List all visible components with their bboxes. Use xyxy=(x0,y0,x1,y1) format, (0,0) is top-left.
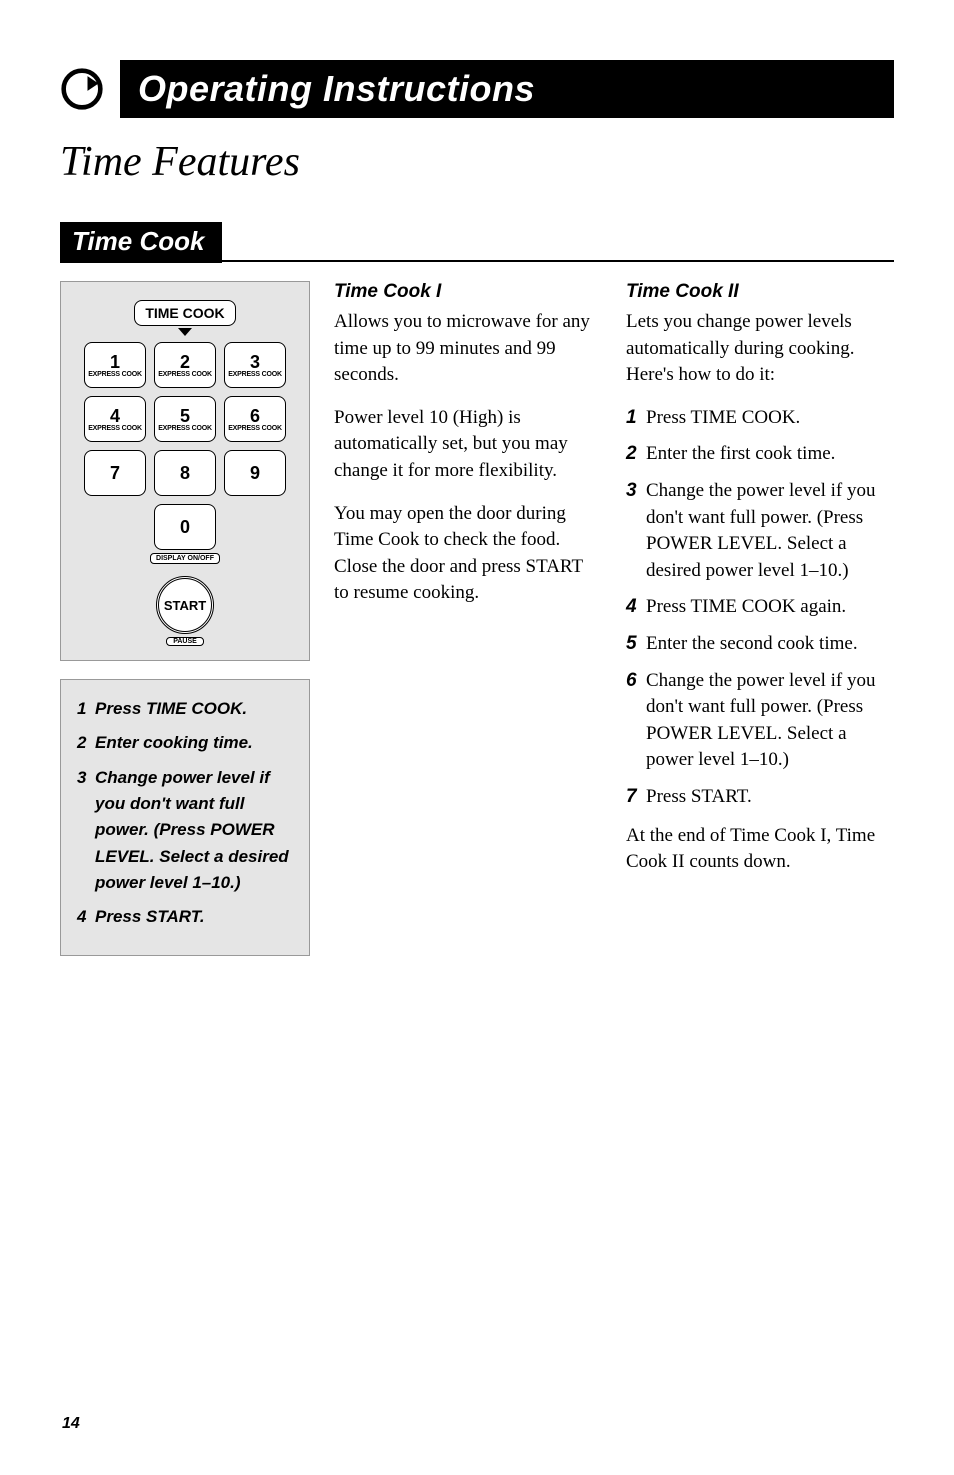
rule-line xyxy=(222,260,894,262)
key-1: 1EXPRESS COOK xyxy=(84,342,146,388)
key-sub: EXPRESS COOK xyxy=(88,425,142,432)
key-2: 2EXPRESS COOK xyxy=(154,342,216,388)
key-0: 0 xyxy=(154,504,216,550)
list-item: 5Enter the second cook time. xyxy=(626,631,894,658)
quick-step: 1Press TIME COOK. xyxy=(77,696,293,722)
key-num: 5 xyxy=(180,407,190,425)
step-text: Press TIME COOK. xyxy=(95,696,247,722)
step-num: 2 xyxy=(626,441,646,468)
step-num: 6 xyxy=(626,668,646,774)
step-text: Enter cooking time. xyxy=(95,730,253,756)
list-item: 2Enter the first cook time. xyxy=(626,441,894,468)
key-5: 5EXPRESS COOK xyxy=(154,396,216,442)
pointer-down-icon xyxy=(178,328,192,336)
body-paragraph: Power level 10 (High) is automatically s… xyxy=(334,405,602,485)
key-sub: EXPRESS COOK xyxy=(228,425,282,432)
body-paragraph: Allows you to microwave for any time up … xyxy=(334,309,602,389)
key-num: 3 xyxy=(250,353,260,371)
step-num: 7 xyxy=(626,784,646,811)
display-on-off-label: DISPLAY ON/OFF xyxy=(150,553,220,564)
step-num: 4 xyxy=(626,594,646,621)
time-cook-1-heading: Time Cook I xyxy=(334,281,602,303)
content-columns: TIME COOK 1EXPRESS COOK 2EXPRESS COOK 3E… xyxy=(60,281,894,956)
key-3: 3EXPRESS COOK xyxy=(224,342,286,388)
key-sub: EXPRESS COOK xyxy=(158,371,212,378)
step-text: Change the power level if you don't want… xyxy=(646,668,894,774)
body-paragraph: You may open the door during Time Cook t… xyxy=(334,501,602,607)
arrow-circle-icon xyxy=(60,67,104,111)
key-9: 9 xyxy=(224,450,286,496)
step-num: 2 xyxy=(77,730,95,756)
section-title: Time Features xyxy=(60,138,894,186)
time-cook-button: TIME COOK xyxy=(134,300,235,326)
key-num: 6 xyxy=(250,407,260,425)
time-cook-2-heading: Time Cook II xyxy=(626,281,894,303)
sub-bar: Time Cook xyxy=(60,222,222,263)
list-item: 7Press START. xyxy=(626,784,894,811)
main-title-bar: Operating Instructions xyxy=(120,60,894,118)
quick-steps-box: 1Press TIME COOK. 2Enter cooking time. 3… xyxy=(60,679,310,956)
step-text: Change the power level if you don't want… xyxy=(646,478,894,584)
step-num: 4 xyxy=(77,904,95,930)
key-sub: EXPRESS COOK xyxy=(228,371,282,378)
key-num: 7 xyxy=(110,464,120,482)
step-num: 3 xyxy=(626,478,646,584)
step-text: Enter the second cook time. xyxy=(646,631,858,658)
step-text: Press START. xyxy=(95,904,205,930)
key-sub: EXPRESS COOK xyxy=(88,371,142,378)
sub-bar-row: Time Cook xyxy=(60,222,894,263)
keypad-grid: 1EXPRESS COOK 2EXPRESS COOK 3EXPRESS COO… xyxy=(84,342,286,496)
middle-column: Time Cook I Allows you to microwave for … xyxy=(334,281,602,956)
left-column: TIME COOK 1EXPRESS COOK 2EXPRESS COOK 3E… xyxy=(60,281,310,956)
steps-list: 1Press TIME COOK. 2Enter the first cook … xyxy=(626,405,894,811)
key-num: 4 xyxy=(110,407,120,425)
key-6: 6EXPRESS COOK xyxy=(224,396,286,442)
step-text: Press TIME COOK. xyxy=(646,405,800,432)
step-text: Change power level if you don't want ful… xyxy=(95,765,293,897)
list-item: 1Press TIME COOK. xyxy=(626,405,894,432)
body-paragraph: At the end of Time Cook I, Time Cook II … xyxy=(626,823,894,876)
key-num: 0 xyxy=(180,518,190,536)
step-num: 3 xyxy=(77,765,95,897)
right-column: Time Cook II Lets you change power level… xyxy=(626,281,894,956)
list-item: 4Press TIME COOK again. xyxy=(626,594,894,621)
step-num: 1 xyxy=(77,696,95,722)
page-number: 14 xyxy=(62,1415,80,1433)
key-7: 7 xyxy=(84,450,146,496)
step-text: Enter the first cook time. xyxy=(646,441,835,468)
step-num: 5 xyxy=(626,631,646,658)
step-text: Press TIME COOK again. xyxy=(646,594,846,621)
key-num: 2 xyxy=(180,353,190,371)
keypad-illustration: TIME COOK 1EXPRESS COOK 2EXPRESS COOK 3E… xyxy=(60,281,310,661)
key-num: 1 xyxy=(110,353,120,371)
header-row: Operating Instructions xyxy=(60,60,894,118)
key-num: 9 xyxy=(250,464,260,482)
key-8: 8 xyxy=(154,450,216,496)
step-text: Press START. xyxy=(646,784,752,811)
key-4: 4EXPRESS COOK xyxy=(84,396,146,442)
list-item: 3Change the power level if you don't wan… xyxy=(626,478,894,584)
key-zero-row: 0 DISPLAY ON/OFF xyxy=(150,504,220,564)
list-item: 6Change the power level if you don't wan… xyxy=(626,668,894,774)
body-paragraph: Lets you change power levels automatical… xyxy=(626,309,894,389)
key-num: 8 xyxy=(180,464,190,482)
key-sub: EXPRESS COOK xyxy=(158,425,212,432)
start-button: START xyxy=(156,576,214,634)
quick-step: 3Change power level if you don't want fu… xyxy=(77,765,293,897)
pause-label: PAUSE xyxy=(166,637,204,646)
quick-step: 2Enter cooking time. xyxy=(77,730,293,756)
quick-step: 4Press START. xyxy=(77,904,293,930)
step-num: 1 xyxy=(626,405,646,432)
